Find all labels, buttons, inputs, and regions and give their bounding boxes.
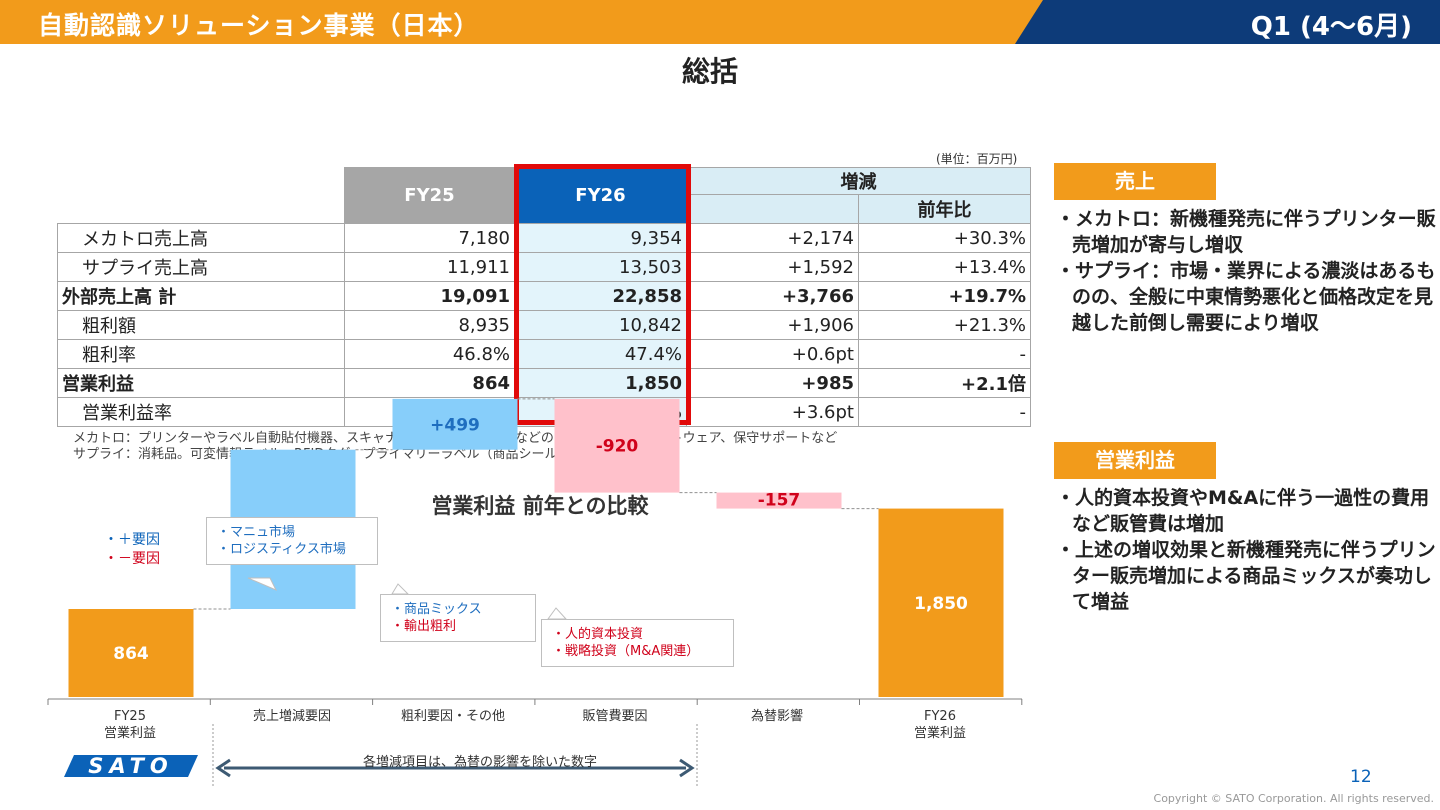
x-tick-text: 為替影響	[750, 709, 803, 724]
callout-line: ・戦略投資（M&A関連）	[552, 644, 700, 659]
x-tick-label: 売上増減要因	[212, 708, 372, 725]
fx-note: 各増減項目は、為替の影響を除いた数字	[362, 755, 597, 770]
waterfall-chart: 864+1,564+499-920-1571,850	[47, 398, 1023, 788]
callout-sga: ・人的資本投資 ・戦略投資（M&A関連）	[541, 619, 734, 667]
waterfall-data-label: -157	[758, 491, 801, 511]
bullet-item: ・サプライ：市場・業界による濃淡はあるものの、全般に中東情勢悪化と価格改定を見越…	[1056, 260, 1436, 334]
sales-bullets: ・メカトロ：新機種発売に伴うプリンター販売増加が寄与し増収 ・サプライ：市場・業…	[1056, 206, 1436, 336]
callout-line: ・輸出粗利	[391, 619, 457, 634]
waterfall-data-label: -920	[596, 437, 639, 457]
x-tick-label: 為替影響	[697, 708, 857, 725]
waterfall-data-label: 864	[113, 644, 149, 664]
callout-gross: ・商品ミックス ・輸出粗利	[380, 594, 536, 642]
x-tick-text: FY25 営業利益	[103, 709, 156, 741]
callout-sales: ・マニュ市場 ・ロジスティクス市場	[206, 517, 378, 565]
x-tick-label: FY25 営業利益	[50, 708, 210, 742]
callout-line: ・商品ミックス	[391, 602, 482, 617]
callout-line: ・ロジスティクス市場	[217, 542, 346, 557]
page-number: 12	[1350, 767, 1372, 787]
bullet-item: ・メカトロ：新機種発売に伴うプリンター販売増加が寄与し増収	[1056, 208, 1436, 256]
header-period: Q1 (4〜6月)	[1250, 12, 1412, 42]
callout-line: ・マニュ市場	[217, 525, 296, 540]
waterfall-data-label: +499	[430, 415, 480, 435]
profit-bullets: ・人的資本投資やM&Aに伴う一過性の費用など販管費は増加 ・上述の増収効果と新機…	[1056, 485, 1436, 615]
callout-pointer-gross	[391, 583, 410, 595]
sales-tag: 売上	[1054, 163, 1216, 200]
callout-line: ・人的資本投資	[552, 627, 644, 642]
legend-minus: ・－要因	[104, 551, 160, 567]
callout-pointer-sga	[547, 607, 568, 620]
waterfall-legend: ・＋要因 ・－要因	[104, 531, 160, 569]
x-tick-text: 販管費要因	[582, 709, 648, 724]
legend-plus: ・＋要因	[104, 532, 160, 548]
x-tick-text: 粗利要因・その他	[400, 709, 505, 724]
copyright: Copyright © SATO Corporation. All rights…	[1153, 792, 1434, 805]
x-tick-text: FY26 営業利益	[913, 709, 966, 741]
x-tick-text: 売上増減要因	[252, 709, 331, 724]
bullet-item: ・人的資本投資やM&Aに伴う一過性の費用など販管費は増加	[1056, 487, 1430, 535]
sato-logo: SATO	[64, 755, 198, 777]
waterfall-data-label: 1,850	[914, 594, 968, 614]
x-tick-label: 販管費要因	[535, 708, 695, 725]
profit-tag: 営業利益	[1054, 442, 1216, 479]
x-tick-label: 粗利要因・その他	[373, 708, 533, 725]
bullet-item: ・上述の増収効果と新機種発売に伴うプリンター販売増加による商品ミックスが奏功して…	[1056, 539, 1436, 613]
x-tick-label: FY26 営業利益	[860, 708, 1020, 742]
